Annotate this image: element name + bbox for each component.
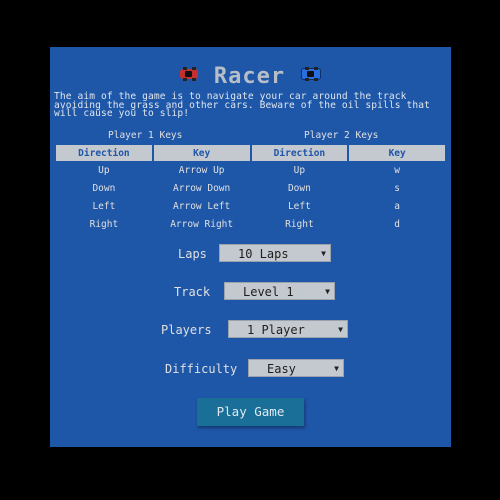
- dropdown-arrow-icon: ▼: [321, 249, 326, 258]
- header-key-1: Key: [153, 145, 250, 161]
- track-row: Track Level 1 ▼: [50, 282, 451, 302]
- title-row: Racer: [50, 64, 451, 90]
- table-cell: Arrow Up: [178, 164, 225, 176]
- play-game-button[interactable]: Play Game: [197, 398, 304, 426]
- table-cell: w: [394, 164, 401, 176]
- players-select-value: 1 Player: [247, 323, 305, 337]
- laps-row: Laps 10 Laps ▼: [50, 244, 451, 264]
- intro-text: The aim of the game is to navigate your …: [54, 91, 431, 120]
- laps-select-value: 10 Laps: [238, 247, 289, 261]
- table-cell: Arrow Left: [173, 200, 231, 212]
- game-title: Racer: [213, 64, 286, 89]
- blue-car-icon: [300, 66, 321, 81]
- keys-table-header: Direction Key Direction Key: [56, 145, 445, 161]
- dropdown-arrow-icon: ▼: [334, 364, 339, 373]
- table-row: Left Arrow Left Left a: [56, 197, 445, 215]
- table-cell: Arrow Right: [170, 218, 234, 230]
- table-cell: d: [394, 218, 401, 230]
- track-select-value: Level 1: [243, 285, 294, 299]
- red-car-icon: [180, 66, 199, 81]
- laps-label: Laps: [178, 247, 207, 261]
- header-direction-2: Direction: [251, 145, 348, 161]
- table-cell: Left: [92, 200, 116, 212]
- difficulty-select-value: Easy: [267, 362, 296, 376]
- player2-keys-heading: Player 2 Keys: [304, 130, 379, 141]
- keys-table: Direction Key Direction Key Up Arrow Up …: [54, 145, 447, 233]
- dropdown-arrow-icon: ▼: [338, 325, 343, 334]
- table-cell: a: [394, 200, 401, 212]
- table-cell: Right: [285, 218, 314, 230]
- table-cell: Down: [287, 182, 311, 194]
- keys-heading: Player 1 Keys Player 2 Keys: [50, 130, 451, 142]
- table-cell: Right: [89, 218, 119, 230]
- table-cell: Down: [92, 182, 116, 194]
- header-key-2: Key: [349, 145, 445, 161]
- table-row: Down Arrow Down Down s: [56, 179, 445, 197]
- players-label: Players: [161, 323, 212, 337]
- dropdown-arrow-icon: ▼: [325, 287, 330, 296]
- game-menu-panel: Racer The aim of the game is to navigate…: [50, 47, 451, 447]
- laps-select[interactable]: 10 Laps ▼: [219, 244, 331, 262]
- player1-keys-heading: Player 1 Keys: [108, 130, 183, 141]
- track-label: Track: [174, 285, 211, 299]
- players-row: Players 1 Player ▼: [50, 320, 451, 340]
- table-cell: Up: [293, 164, 306, 176]
- table-cell: s: [394, 182, 401, 194]
- table-cell: Left: [287, 200, 311, 212]
- table-row: Right Arrow Right Right d: [56, 215, 445, 233]
- difficulty-select[interactable]: Easy ▼: [248, 359, 344, 377]
- players-select[interactable]: 1 Player ▼: [228, 320, 348, 338]
- table-row: Up Arrow Up Up w: [56, 161, 445, 179]
- header-direction-1: Direction: [56, 145, 152, 161]
- difficulty-label: Difficulty: [165, 362, 238, 376]
- table-cell: Up: [98, 164, 110, 176]
- difficulty-row: Difficulty Easy ▼: [50, 359, 451, 379]
- table-cell: Arrow Down: [173, 182, 231, 194]
- track-select[interactable]: Level 1 ▼: [224, 282, 335, 300]
